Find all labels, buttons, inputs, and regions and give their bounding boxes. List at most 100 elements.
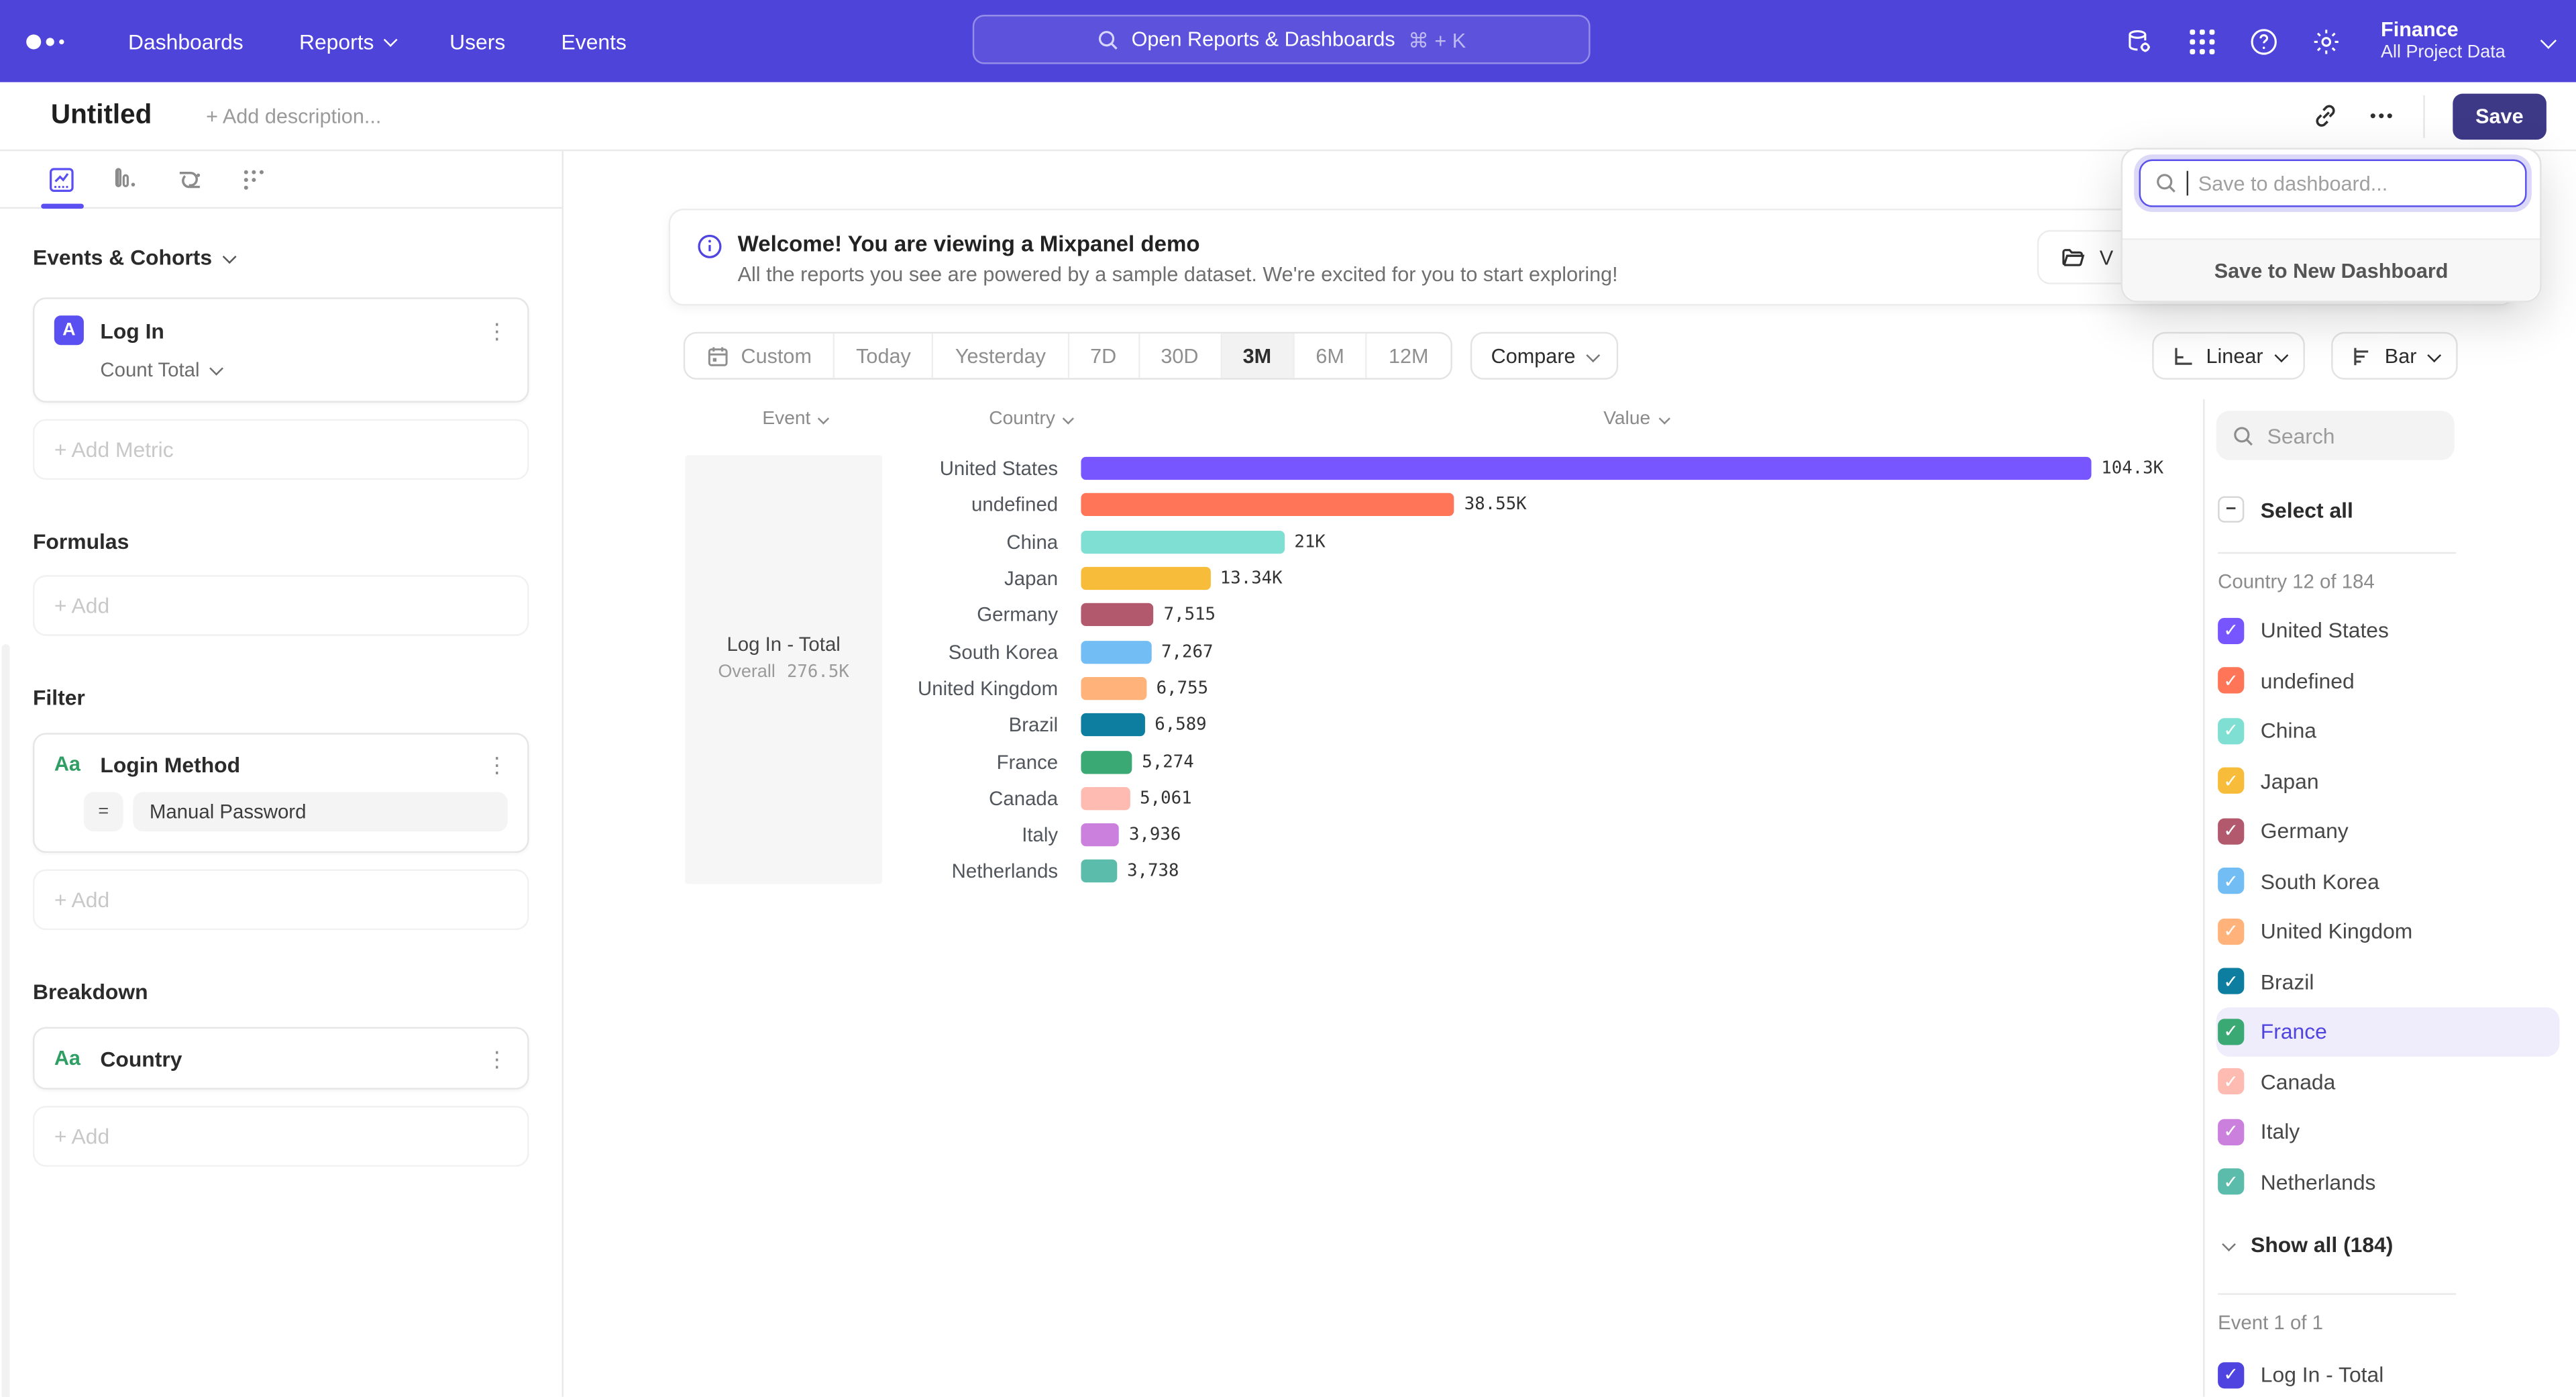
mixpanel-insights-report: Dashboards Reports Users Events Open Rep… — [0, 0, 2576, 1397]
date-range-3m[interactable]: 3M — [1222, 333, 1295, 378]
event-checkbox[interactable]: ✓ — [2218, 1362, 2244, 1388]
scrollbar[interactable] — [1, 644, 9, 1397]
event-legend-row[interactable]: ✓ Log In - Total — [2216, 1350, 2560, 1397]
global-search-button[interactable]: Open Reports & Dashboards ⌘ + K — [973, 15, 1591, 64]
copy-link-icon[interactable] — [2311, 102, 2339, 130]
tab-insights[interactable] — [48, 165, 76, 193]
legend-row-france[interactable]: ✓France — [2216, 1006, 2560, 1057]
breakdown-property-name[interactable]: Country — [100, 1046, 486, 1071]
select-all-row[interactable]: − Select all — [2216, 484, 2560, 535]
country-checkbox[interactable]: ✓ — [2218, 918, 2244, 944]
legend-row-united-states[interactable]: ✓United States — [2216, 605, 2560, 656]
metric-card[interactable]: A Log In ⋮ Count Total — [33, 297, 529, 403]
compare-button[interactable]: Compare — [1470, 332, 1618, 380]
bar-netherlands[interactable] — [1081, 860, 1117, 883]
date-range-30d[interactable]: 30D — [1140, 333, 1222, 378]
bar-japan[interactable] — [1081, 567, 1210, 590]
nav-item-dashboards[interactable]: Dashboards — [128, 29, 244, 54]
events-cohorts-section-header[interactable]: Events & Cohorts — [33, 245, 529, 270]
kebab-menu-icon[interactable]: ⋮ — [486, 754, 508, 775]
scale-type-selector[interactable]: Linear — [2152, 332, 2304, 380]
country-checkbox[interactable]: ✓ — [2218, 668, 2244, 694]
tab-flows[interactable] — [176, 165, 204, 193]
add-description-button[interactable]: + Add description... — [206, 105, 381, 127]
legend-row-japan[interactable]: ✓Japan — [2216, 756, 2560, 807]
legend-row-china[interactable]: ✓China — [2216, 706, 2560, 756]
country-checkbox[interactable]: ✓ — [2218, 718, 2244, 744]
country-checkbox[interactable]: ✓ — [2218, 768, 2244, 794]
data-management-icon[interactable] — [2125, 26, 2154, 56]
filter-property-name[interactable]: Login Method — [100, 752, 486, 776]
filter-card[interactable]: Aa Login Method ⋮ = Manual Password — [33, 733, 529, 853]
bar-italy[interactable] — [1081, 823, 1119, 846]
legend-search-input[interactable]: Search — [2216, 411, 2455, 460]
select-all-checkbox[interactable]: − — [2218, 497, 2244, 523]
column-header-event[interactable]: Event — [762, 409, 827, 429]
kebab-menu-icon[interactable]: ⋮ — [486, 319, 508, 341]
legend-row-undefined[interactable]: ✓undefined — [2216, 656, 2560, 706]
help-icon[interactable] — [2249, 26, 2279, 56]
project-switcher[interactable]: Finance All Project Data — [2381, 19, 2506, 63]
aggregation-selector[interactable]: Count Total — [100, 358, 507, 381]
apps-grid-icon[interactable] — [2187, 26, 2216, 56]
legend-row-italy[interactable]: ✓Italy — [2216, 1106, 2560, 1157]
metric-event-name[interactable]: Log In — [100, 318, 486, 343]
legend-search-placeholder: Search — [2267, 423, 2335, 448]
save-to-new-dashboard-button[interactable]: Save to New Dashboard — [2123, 238, 2540, 301]
country-checkbox[interactable]: ✓ — [2218, 1119, 2244, 1145]
country-checkbox[interactable]: ✓ — [2218, 818, 2244, 844]
settings-gear-icon[interactable] — [2312, 26, 2341, 56]
bar-china[interactable] — [1081, 530, 1284, 553]
nav-item-events[interactable]: Events — [561, 29, 627, 54]
tab-funnels[interactable] — [112, 165, 140, 193]
filter-value-selector[interactable]: Manual Password — [133, 792, 507, 831]
breakdown-card[interactable]: Aa Country ⋮ — [33, 1027, 529, 1090]
country-checkbox[interactable]: ✓ — [2218, 617, 2244, 643]
legend-row-brazil[interactable]: ✓Brazil — [2216, 956, 2560, 1006]
bar-undefined[interactable] — [1081, 494, 1454, 517]
add-metric-button[interactable]: + Add Metric — [33, 419, 529, 480]
bar-france[interactable] — [1081, 750, 1132, 773]
kebab-menu-icon[interactable]: ⋮ — [486, 1047, 508, 1069]
legend-row-netherlands[interactable]: ✓Netherlands — [2216, 1157, 2560, 1207]
bar-germany[interactable] — [1081, 604, 1153, 627]
mixpanel-logo-icon[interactable] — [26, 34, 82, 48]
nav-item-users[interactable]: Users — [449, 29, 505, 54]
legend-row-germany[interactable]: ✓Germany — [2216, 806, 2560, 856]
legend-row-south-korea[interactable]: ✓South Korea — [2216, 856, 2560, 907]
date-range-custom[interactable]: Custom — [685, 333, 835, 378]
date-range-6m[interactable]: 6M — [1294, 333, 1367, 378]
legend-row-canada[interactable]: ✓Canada — [2216, 1057, 2560, 1107]
bar-south-korea[interactable] — [1081, 640, 1151, 663]
legend-row-united-kingdom[interactable]: ✓United Kingdom — [2216, 907, 2560, 957]
chart-type-selector[interactable]: Bar — [2330, 332, 2458, 380]
more-options-icon[interactable] — [2367, 102, 2395, 130]
nav-item-reports[interactable]: Reports — [299, 29, 394, 54]
tab-retention[interactable] — [240, 165, 268, 193]
column-header-country[interactable]: Country — [989, 409, 1071, 429]
bar-canada[interactable] — [1081, 787, 1130, 810]
add-formula-button[interactable]: + Add — [33, 575, 529, 636]
save-dashboard-search-input[interactable]: Save to dashboard... — [2139, 160, 2527, 207]
report-title[interactable]: Untitled — [51, 100, 152, 132]
country-checkbox[interactable]: ✓ — [2218, 1169, 2244, 1195]
add-breakdown-button[interactable]: + Add — [33, 1106, 529, 1167]
bar-united-states[interactable] — [1081, 457, 2091, 480]
filter-operator-selector[interactable]: = — [84, 792, 123, 831]
country-checkbox[interactable]: ✓ — [2218, 868, 2244, 894]
bar-brazil[interactable] — [1081, 713, 1144, 736]
country-checkbox[interactable]: ✓ — [2218, 968, 2244, 994]
date-range-7d[interactable]: 7D — [1069, 333, 1139, 378]
show-all-button[interactable]: Show all (184) — [2216, 1220, 2560, 1269]
save-button[interactable]: Save — [2453, 93, 2546, 139]
bar-united-kingdom[interactable] — [1081, 677, 1146, 700]
country-checkbox[interactable]: ✓ — [2218, 1019, 2244, 1045]
date-range-12m[interactable]: 12M — [1367, 333, 1450, 378]
date-range-today[interactable]: Today — [835, 333, 934, 378]
event-series-cell[interactable]: Log In - Total Overall 276.5K — [685, 455, 882, 884]
date-range-yesterday[interactable]: Yesterday — [934, 333, 1069, 378]
add-filter-button[interactable]: + Add — [33, 870, 529, 931]
country-checkbox[interactable]: ✓ — [2218, 1068, 2244, 1094]
divider — [2423, 95, 2424, 138]
column-header-value[interactable]: Value — [1603, 409, 1666, 429]
